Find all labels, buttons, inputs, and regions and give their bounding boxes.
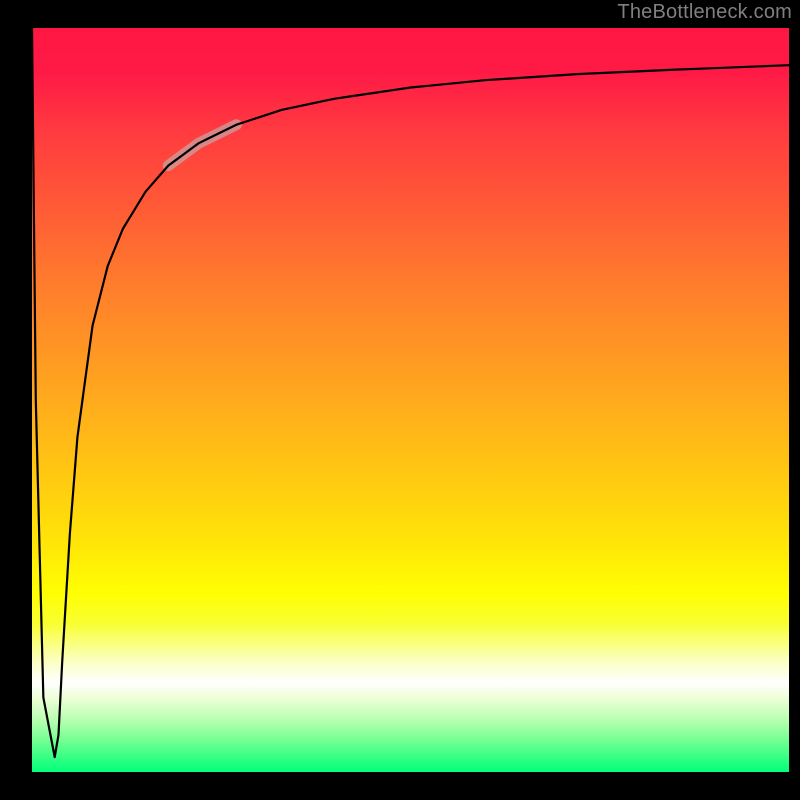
curve-svg [32,28,789,772]
curve-path [32,28,789,757]
watermark-label: TheBottleneck.com [617,1,792,24]
chart-container: TheBottleneck.com [0,0,800,800]
plot-area [32,28,789,772]
